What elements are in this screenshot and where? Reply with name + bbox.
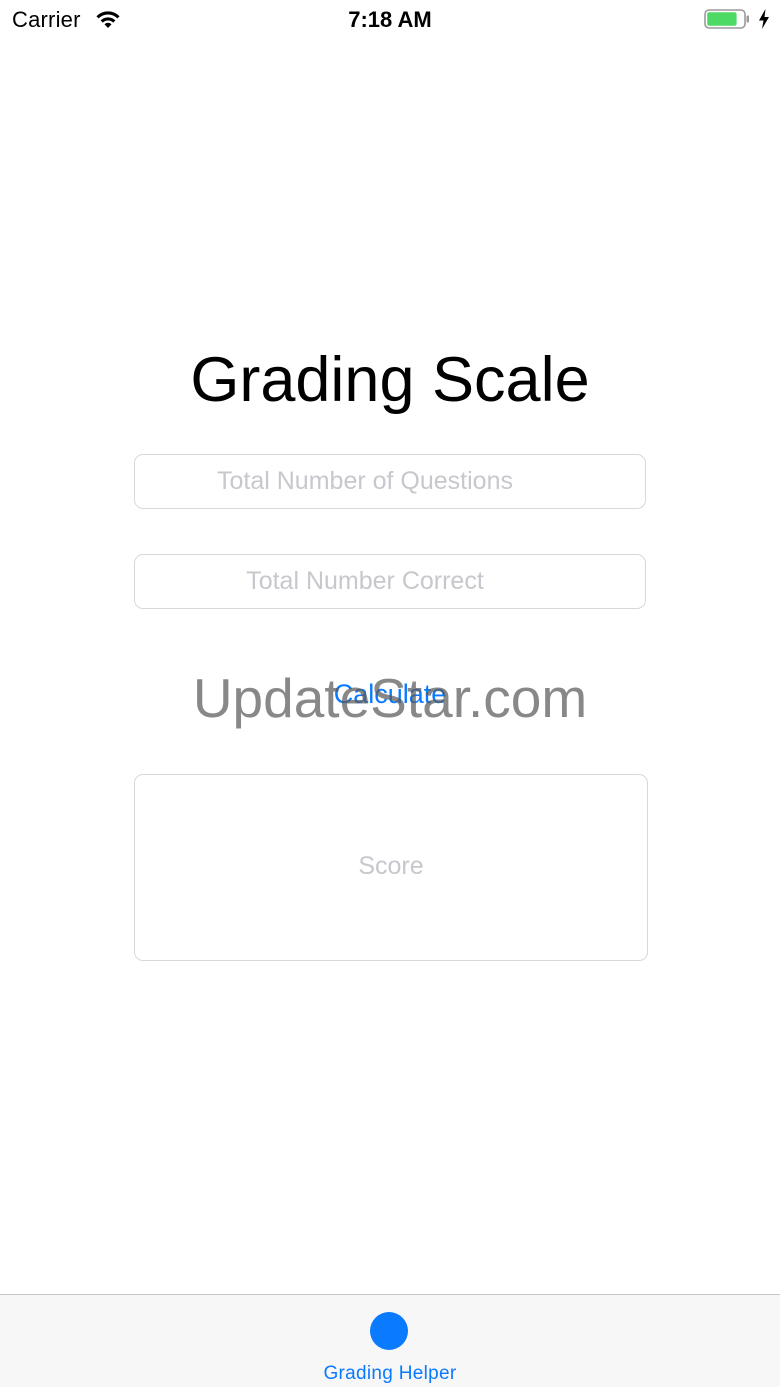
total-questions-input[interactable]: [135, 455, 645, 508]
total-questions-field[interactable]: [134, 454, 646, 509]
charging-bolt-icon: [759, 9, 769, 29]
total-correct-field[interactable]: [134, 554, 646, 609]
circle-icon: [370, 1312, 408, 1350]
clock: 7:18 AM: [348, 7, 432, 32]
status-bar: Carrier 7:18 AM: [0, 0, 780, 40]
total-correct-input[interactable]: [135, 555, 645, 608]
app-screen: Carrier 7:18 AM Grading Scale Calculate …: [0, 0, 780, 1387]
score-placeholder: Score: [358, 852, 424, 880]
page-title: Grading Scale: [190, 345, 590, 415]
tab-bar: Grading Helper: [0, 1294, 780, 1387]
battery-fill: [707, 12, 737, 26]
score-box: Score: [134, 774, 648, 961]
battery-icon: [704, 9, 749, 29]
calculate-button[interactable]: Calculate: [0, 676, 780, 712]
tab-label: Grading Helper: [323, 1363, 457, 1384]
tab-grading-helper[interactable]: Grading Helper: [290, 1295, 490, 1387]
